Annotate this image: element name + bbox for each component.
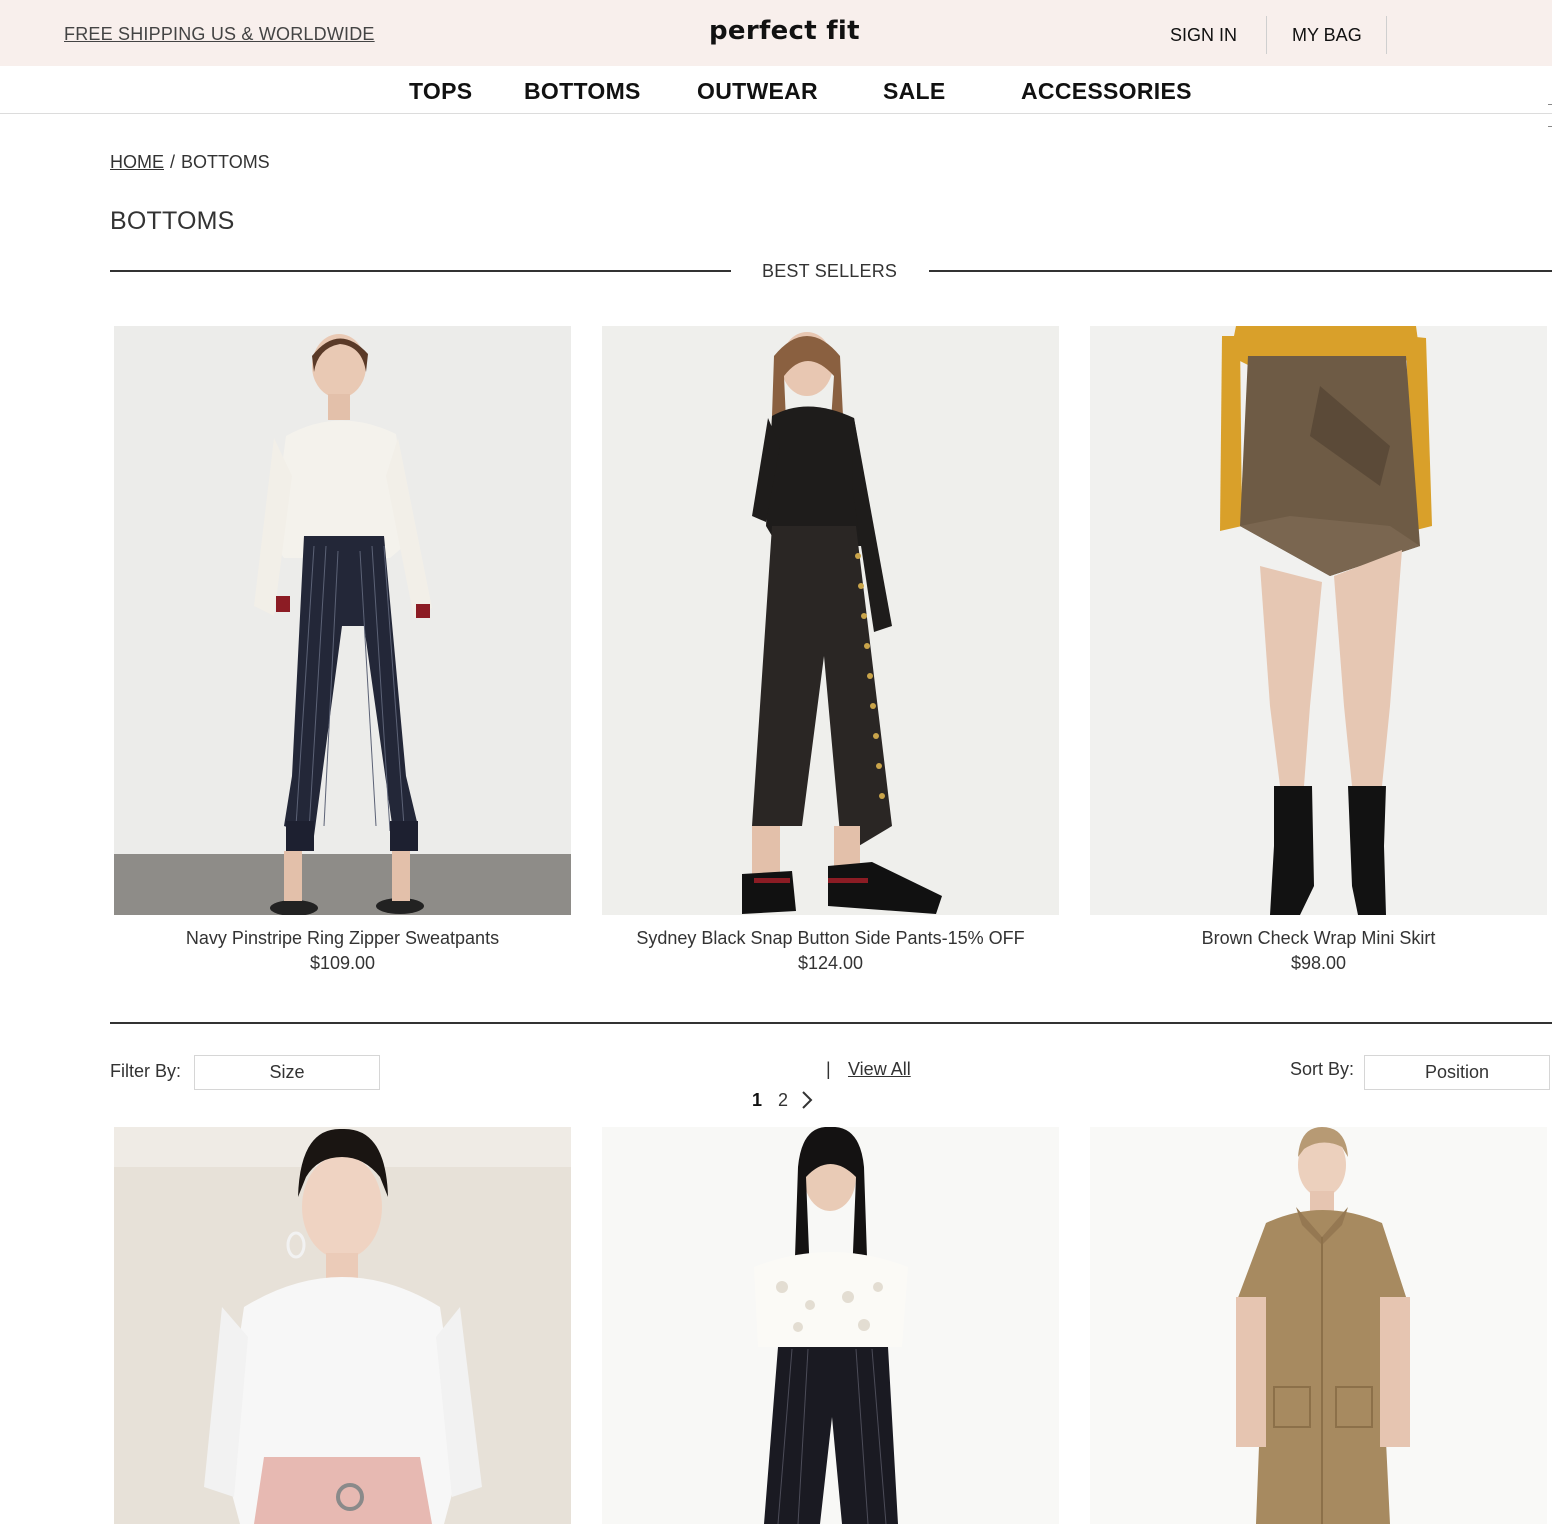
filter-label: Filter By: xyxy=(110,1061,182,1081)
product-card[interactable] xyxy=(602,1127,1059,1524)
my-bag-link[interactable]: MY BAG xyxy=(1292,16,1362,54)
product-image[interactable] xyxy=(114,326,571,915)
product-name[interactable]: Brown Check Wrap Mini Skirt xyxy=(1090,928,1547,949)
scrollbar-edge xyxy=(1548,104,1552,127)
product-card[interactable]: Sydney Black Snap Button Side Pants-15% … xyxy=(602,326,1059,976)
sign-in-link[interactable]: SIGN IN xyxy=(1170,16,1237,54)
main-navigation: TOPS BOTTOMS OUTWEAR SALE ACCESSORIES xyxy=(0,66,1552,114)
toolbar-separator: | xyxy=(826,1059,831,1079)
nav-item-outwear[interactable]: OUTWEAR xyxy=(697,78,818,105)
section-divider xyxy=(110,1022,1552,1024)
page-1-link[interactable]: 1 xyxy=(752,1090,762,1111)
breadcrumb-current: BOTTOMS xyxy=(181,152,270,172)
product-image[interactable] xyxy=(602,1127,1059,1524)
product-name[interactable]: Sydney Black Snap Button Side Pants-15% … xyxy=(602,928,1059,949)
header-divider xyxy=(1266,16,1267,54)
nav-item-bottoms[interactable]: BOTTOMS xyxy=(524,78,641,105)
product-image[interactable] xyxy=(114,1127,571,1524)
product-card[interactable] xyxy=(114,1127,571,1524)
size-filter-select[interactable]: Size xyxy=(194,1055,380,1090)
product-price: $124.00 xyxy=(797,953,864,973)
best-sellers-heading: BEST SELLERS xyxy=(762,261,898,281)
breadcrumb-home-link[interactable]: HOME xyxy=(110,152,164,172)
product-price: $98.00 xyxy=(1290,953,1347,973)
page-2-link[interactable]: 2 xyxy=(778,1090,788,1111)
view-all-link[interactable]: View All xyxy=(848,1059,911,1080)
sort-value: Position xyxy=(1424,1062,1490,1082)
best-sellers-rule xyxy=(929,270,1552,272)
size-filter-value: Size xyxy=(269,1062,305,1082)
product-image[interactable] xyxy=(602,326,1059,915)
product-card[interactable]: Brown Check Wrap Mini Skirt $98.00 xyxy=(1090,326,1547,976)
product-image[interactable] xyxy=(1090,326,1547,915)
shipping-promo-link[interactable]: FREE SHIPPING US & WORLDWIDE xyxy=(64,24,375,45)
nav-item-sale[interactable]: SALE xyxy=(883,78,946,105)
nav-item-accessories[interactable]: ACCESSORIES xyxy=(1021,78,1192,105)
page-title: BOTTOMS xyxy=(110,207,235,235)
breadcrumb-separator: / xyxy=(170,152,176,172)
product-card[interactable]: Navy Pinstripe Ring Zipper Sweatpants $1… xyxy=(114,326,571,976)
chevron-right-icon[interactable] xyxy=(800,1090,814,1110)
product-name[interactable]: Navy Pinstripe Ring Zipper Sweatpants xyxy=(114,928,571,949)
best-sellers-rule xyxy=(110,270,731,272)
nav-item-tops[interactable]: TOPS xyxy=(409,78,472,105)
sort-select[interactable]: Position xyxy=(1364,1055,1550,1090)
header-divider xyxy=(1386,16,1387,54)
breadcrumb: HOME / BOTTOMS xyxy=(110,152,270,173)
site-logo[interactable]: perfect fit xyxy=(709,16,860,46)
sort-label: Sort By: xyxy=(1290,1059,1355,1079)
product-image[interactable] xyxy=(1090,1127,1547,1524)
product-card[interactable] xyxy=(1090,1127,1547,1524)
top-bar: FREE SHIPPING US & WORLDWIDE perfect fit… xyxy=(0,0,1552,66)
product-price: $109.00 xyxy=(309,953,376,973)
